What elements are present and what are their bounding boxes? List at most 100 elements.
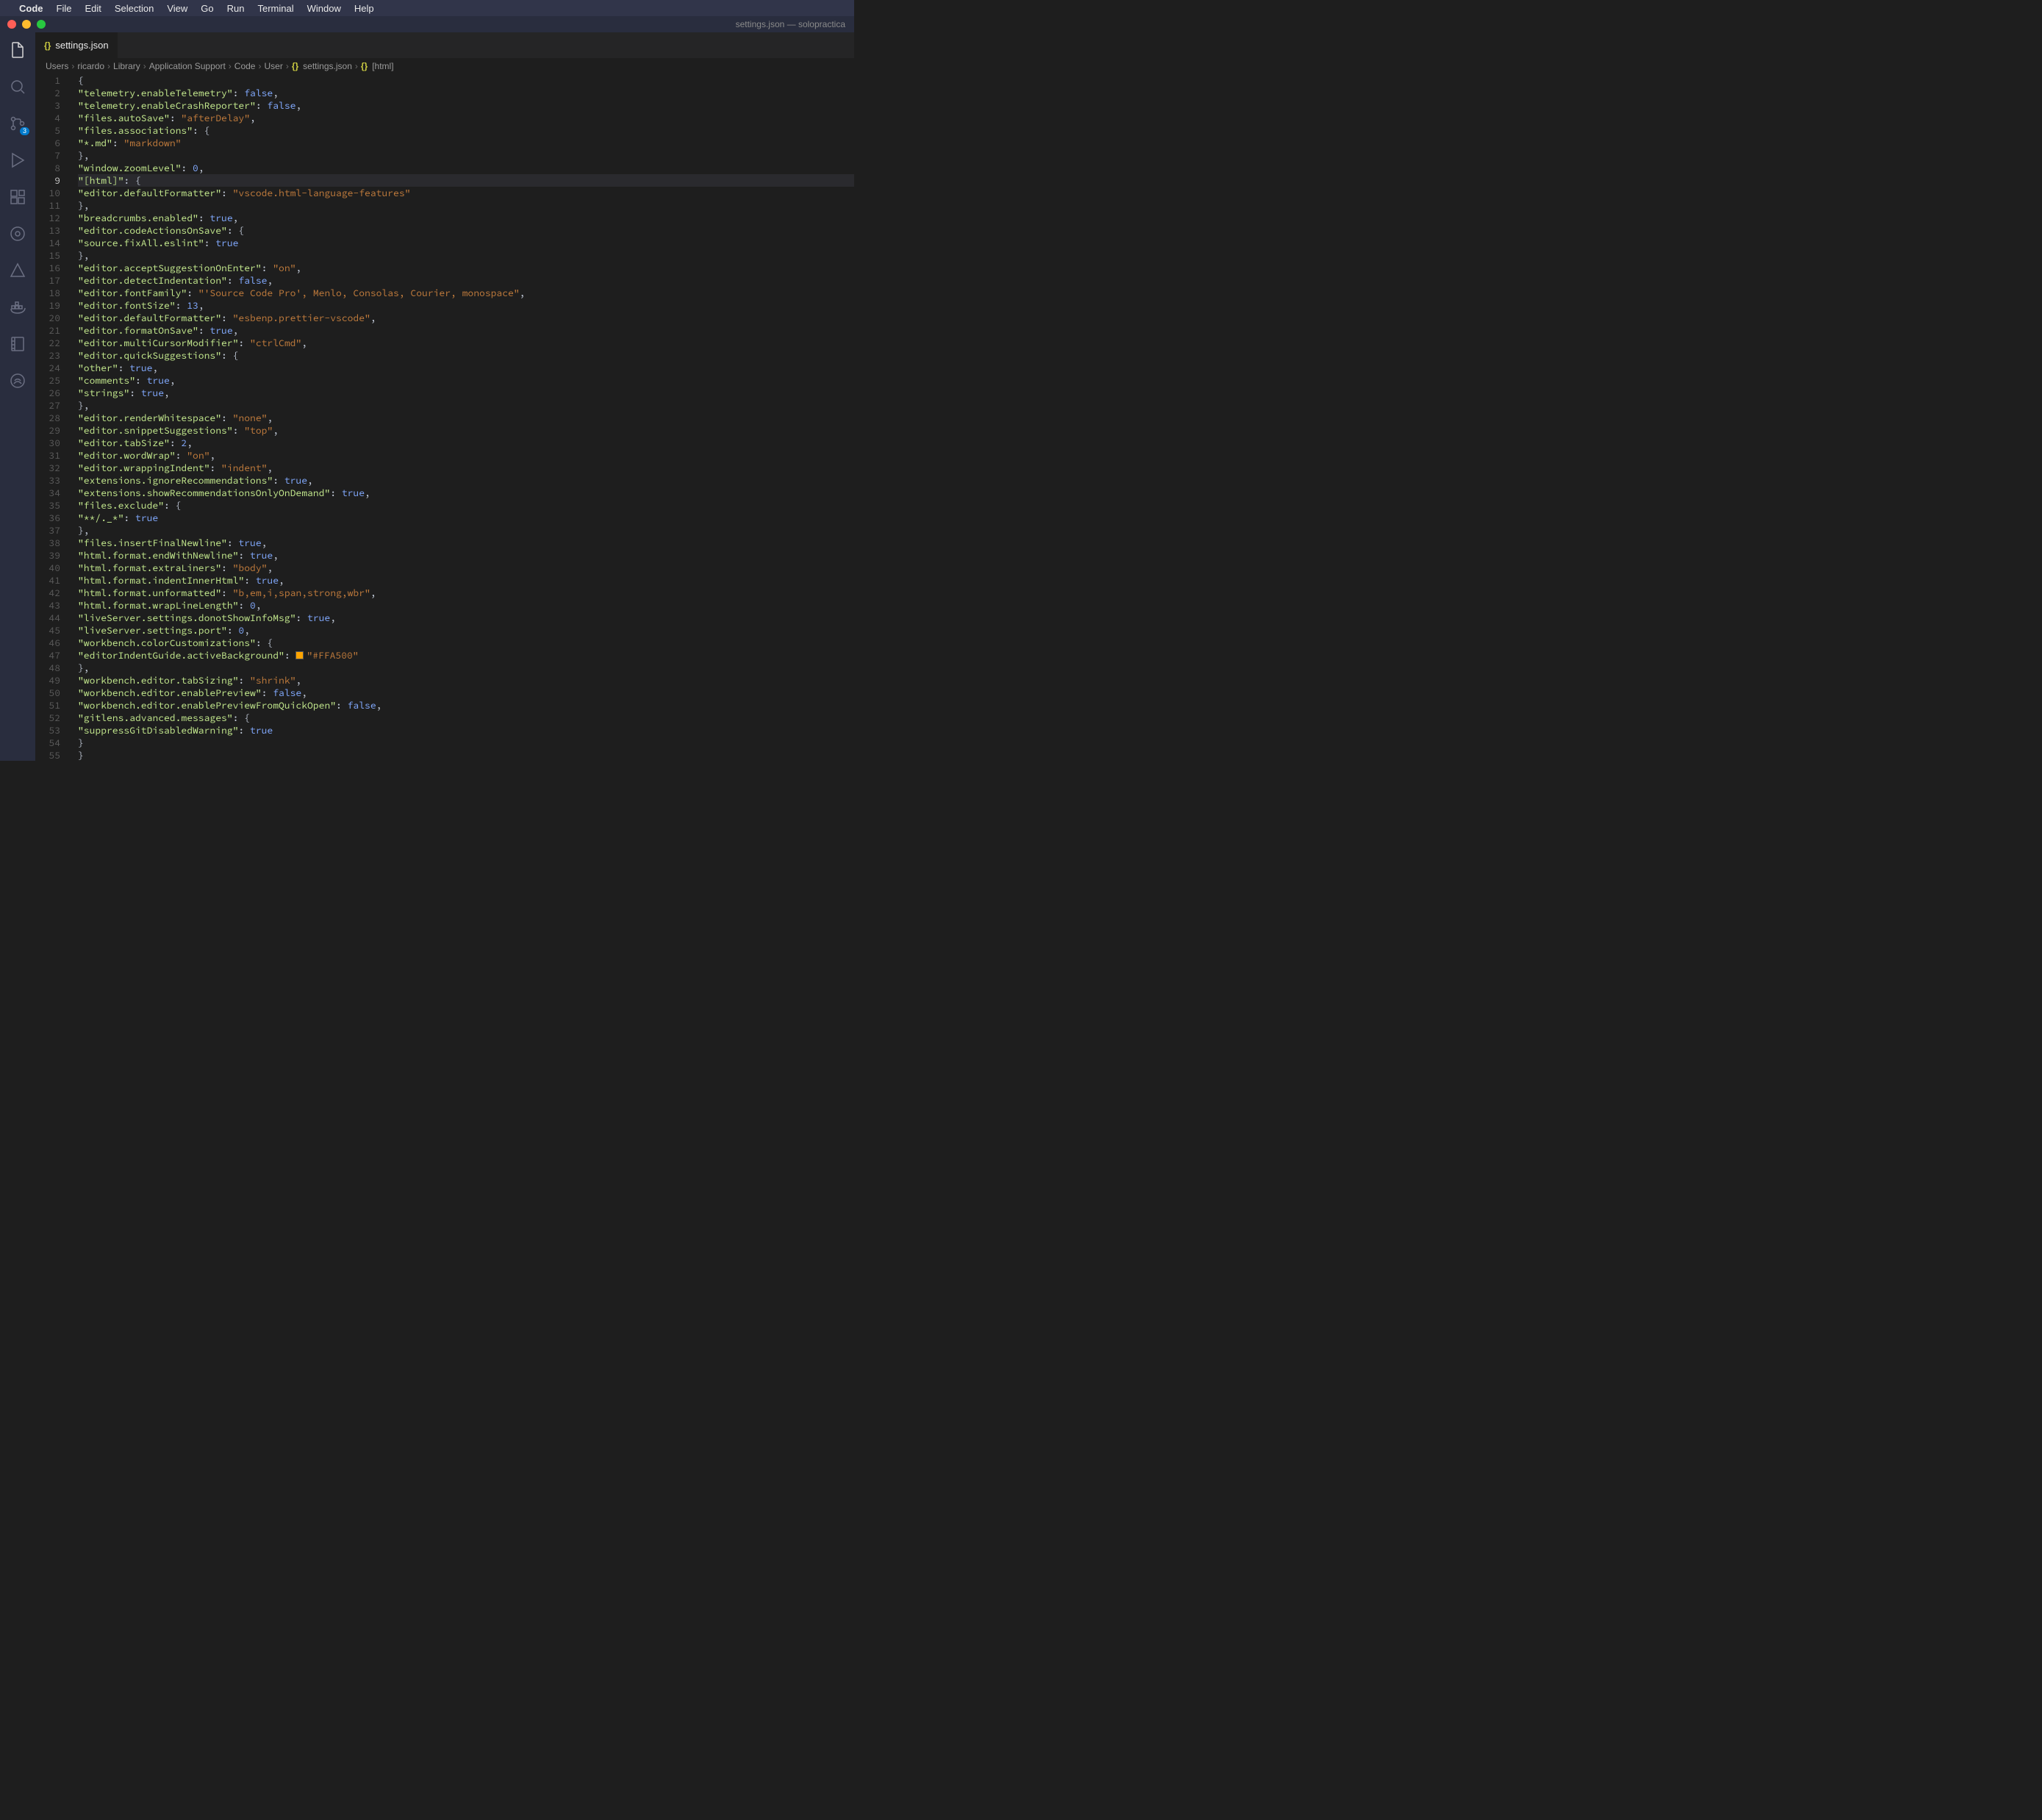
code-line[interactable]: "source.fixAll.eslint": true: [78, 237, 854, 249]
code-line[interactable]: "files.insertFinalNewline": true,: [78, 537, 854, 549]
code-line[interactable]: "html.format.wrapLineLength": 0,: [78, 599, 854, 612]
code-line[interactable]: "gitlens.advanced.messages": {: [78, 712, 854, 724]
code-line[interactable]: "editor.wordWrap": "on",: [78, 449, 854, 462]
chevron-right-icon: ›: [258, 61, 261, 71]
line-number: 44: [35, 612, 60, 624]
code-line[interactable]: "html.format.endWithNewline": true,: [78, 549, 854, 562]
code-line[interactable]: "files.exclude": {: [78, 499, 854, 512]
code-line[interactable]: "other": true,: [78, 362, 854, 374]
close-window-button[interactable]: [7, 20, 16, 29]
line-number: 26: [35, 387, 60, 399]
code-line[interactable]: },: [78, 399, 854, 412]
code-line[interactable]: "editor.fontFamily": "'Source Code Pro',…: [78, 287, 854, 299]
code-line[interactable]: "telemetry.enableTelemetry": false,: [78, 87, 854, 99]
line-number: 36: [35, 512, 60, 524]
code-line[interactable]: "editorIndentGuide.activeBackground": "#…: [78, 649, 854, 662]
menu-view[interactable]: View: [167, 3, 187, 14]
code-line[interactable]: "**/._*": true: [78, 512, 854, 524]
crumb-user[interactable]: User: [264, 61, 282, 71]
crumb-library[interactable]: Library: [113, 61, 140, 71]
code-line[interactable]: "editor.defaultFormatter": "vscode.html-…: [78, 187, 854, 199]
code-line[interactable]: "breadcrumbs.enabled": true,: [78, 212, 854, 224]
live-share-icon[interactable]: [7, 370, 28, 391]
code-line[interactable]: "files.associations": {: [78, 124, 854, 137]
code-line[interactable]: "editor.defaultFormatter": "esbenp.prett…: [78, 312, 854, 324]
line-number: 55: [35, 749, 60, 761]
menu-run[interactable]: Run: [227, 3, 245, 14]
code-line[interactable]: "comments": true,: [78, 374, 854, 387]
crumb-appsupport[interactable]: Application Support: [149, 61, 226, 71]
code-line[interactable]: "window.zoomLevel": 0,: [78, 162, 854, 174]
code-line[interactable]: "extensions.showRecommendationsOnlyOnDem…: [78, 487, 854, 499]
code-line[interactable]: {: [78, 74, 854, 87]
maximize-window-button[interactable]: [37, 20, 46, 29]
code-line[interactable]: },: [78, 662, 854, 674]
code-editor[interactable]: 1234567891011121314151617181920212223242…: [35, 74, 854, 761]
line-number: 49: [35, 674, 60, 687]
breadcrumbs[interactable]: Users› ricardo› Library› Application Sup…: [35, 58, 854, 74]
code-line[interactable]: "editor.formatOnSave": true,: [78, 324, 854, 337]
menu-go[interactable]: Go: [201, 3, 213, 14]
code-line[interactable]: "liveServer.settings.donotShowInfoMsg": …: [78, 612, 854, 624]
crumb-ricardo[interactable]: ricardo: [77, 61, 104, 71]
code-line[interactable]: "editor.multiCursorModifier": "ctrlCmd",: [78, 337, 854, 349]
minimize-window-button[interactable]: [22, 20, 31, 29]
app-menu[interactable]: Code: [19, 3, 43, 14]
docker-icon[interactable]: [7, 297, 28, 318]
line-number: 52: [35, 712, 60, 724]
code-line[interactable]: },: [78, 524, 854, 537]
code-line[interactable]: },: [78, 199, 854, 212]
code-line[interactable]: "editor.acceptSuggestionOnEnter": "on",: [78, 262, 854, 274]
code-line[interactable]: "liveServer.settings.port": 0,: [78, 624, 854, 637]
code-line[interactable]: "extensions.ignoreRecommendations": true…: [78, 474, 854, 487]
menu-edit[interactable]: Edit: [85, 3, 101, 14]
crumb-file[interactable]: settings.json: [303, 61, 352, 71]
project-manager-icon[interactable]: [7, 334, 28, 354]
gitlens-icon[interactable]: [7, 223, 28, 244]
code-line[interactable]: "*.md": "markdown": [78, 137, 854, 149]
code-line[interactable]: "html.format.extraLiners": "body",: [78, 562, 854, 574]
code-line[interactable]: "editor.snippetSuggestions": "top",: [78, 424, 854, 437]
code-line[interactable]: "html.format.unformatted": "b,em,i,span,…: [78, 587, 854, 599]
menu-terminal[interactable]: Terminal: [258, 3, 294, 14]
code-line[interactable]: "files.autoSave": "afterDelay",: [78, 112, 854, 124]
code-content[interactable]: { "telemetry.enableTelemetry": false, "t…: [74, 74, 854, 761]
code-line[interactable]: "editor.wrappingIndent": "indent",: [78, 462, 854, 474]
code-line[interactable]: "[html]": {: [78, 174, 854, 187]
code-line[interactable]: }: [78, 749, 854, 761]
menu-help[interactable]: Help: [354, 3, 374, 14]
code-line[interactable]: }: [78, 737, 854, 749]
azure-icon[interactable]: [7, 260, 28, 281]
crumb-users[interactable]: Users: [46, 61, 68, 71]
code-line[interactable]: "workbench.editor.tabSizing": "shrink",: [78, 674, 854, 687]
menu-selection[interactable]: Selection: [115, 3, 154, 14]
explorer-icon[interactable]: [7, 40, 28, 60]
code-line[interactable]: },: [78, 149, 854, 162]
code-line[interactable]: "editor.codeActionsOnSave": {: [78, 224, 854, 237]
code-line[interactable]: "workbench.colorCustomizations": {: [78, 637, 854, 649]
code-line[interactable]: },: [78, 249, 854, 262]
code-line[interactable]: "editor.detectIndentation": false,: [78, 274, 854, 287]
menu-window[interactable]: Window: [307, 3, 341, 14]
window-title: settings.json — solopractica: [736, 19, 845, 29]
code-line[interactable]: "editor.fontSize": 13,: [78, 299, 854, 312]
crumb-code[interactable]: Code: [234, 61, 256, 71]
extensions-icon[interactable]: [7, 187, 28, 207]
code-line[interactable]: "suppressGitDisabledWarning": true: [78, 724, 854, 737]
code-line[interactable]: "workbench.editor.enablePreviewFromQuick…: [78, 699, 854, 712]
code-line[interactable]: "editor.renderWhitespace": "none",: [78, 412, 854, 424]
crumb-symbol[interactable]: [html]: [372, 61, 393, 71]
code-line[interactable]: "workbench.editor.enablePreview": false,: [78, 687, 854, 699]
line-number: 40: [35, 562, 60, 574]
code-line[interactable]: "strings": true,: [78, 387, 854, 399]
code-line[interactable]: "editor.quickSuggestions": {: [78, 349, 854, 362]
source-control-icon[interactable]: 3: [7, 113, 28, 134]
search-icon[interactable]: [7, 76, 28, 97]
tab-settings-json[interactable]: {} settings.json: [35, 32, 118, 58]
run-debug-icon[interactable]: [7, 150, 28, 171]
code-line[interactable]: "telemetry.enableCrashReporter": false,: [78, 99, 854, 112]
menu-file[interactable]: File: [57, 3, 72, 14]
code-line[interactable]: "editor.tabSize": 2,: [78, 437, 854, 449]
line-number: 24: [35, 362, 60, 374]
code-line[interactable]: "html.format.indentInnerHtml": true,: [78, 574, 854, 587]
